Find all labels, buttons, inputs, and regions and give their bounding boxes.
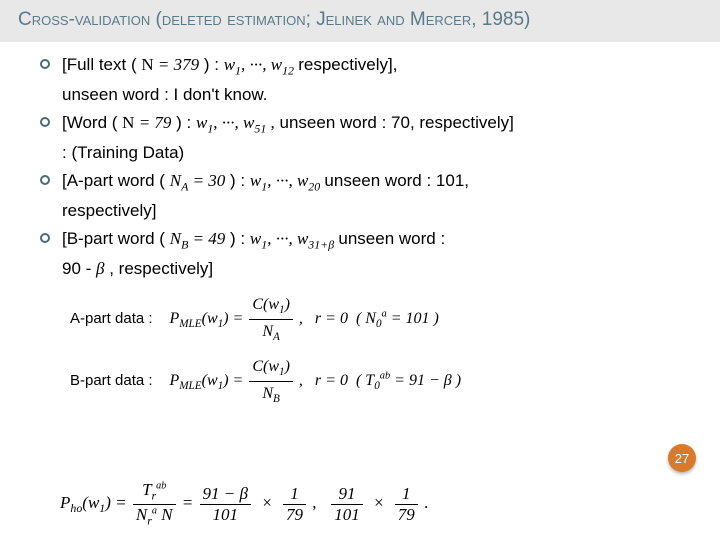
formula-a: A-part data : PMLE(w1) = C(w1)NA , r = 0… (40, 285, 700, 347)
bullet-a-part: [A-part word ( NA = 30 ) : w1, ···, w20 … (40, 168, 700, 196)
math-w1-31b: w1, ···, w31+β (250, 229, 338, 248)
text: [A-part word ( (62, 171, 165, 190)
text: unseen word : (338, 229, 445, 248)
slide: Cross-validation (deleted estimation; Je… (0, 0, 720, 540)
bullet-a-part-line2: respectively] (40, 198, 700, 224)
a-part-formula: PMLE(w1) = C(w1)NA , r = 0 ( N0a = 101 ) (169, 310, 438, 327)
a-part-label: A-part data : (70, 307, 165, 330)
bullet-full-text-line2: unseen word : I don't know. (40, 82, 700, 108)
text: [Full text ( (62, 55, 137, 74)
math-w1-20: w1, ···, w20 (250, 171, 325, 190)
text: [Word ( (62, 113, 117, 132)
math-n79: N = 79 (122, 113, 171, 132)
text: ) : (204, 55, 224, 74)
text: ) : (230, 229, 250, 248)
bottom-equation: Pho(w1) = TrabNra N = 91 − β101 × 179 , … (60, 480, 428, 528)
math-beta: β (96, 259, 104, 278)
text: ) : (176, 113, 196, 132)
bullet-word-line2: : (Training Data) (40, 140, 700, 166)
math-na30: NA = 30 (170, 171, 226, 190)
bullet-b-part-line2: 90 - β , respectively] (40, 256, 700, 282)
math-w1-51: w1, ···, w51 , (196, 113, 275, 132)
text: unseen word : 70, respectively] (280, 113, 514, 132)
math-w1-12: w1, ···, w12 (224, 55, 299, 74)
text: , respectively] (109, 259, 213, 278)
b-part-formula: PMLE(w1) = C(w1)NB , r = 0 ( T0ab = 91 −… (169, 372, 461, 389)
text: 90 - (62, 259, 96, 278)
page-number-badge: 27 (668, 444, 696, 472)
math-nb49: NB = 49 (170, 229, 226, 248)
bullet-full-text: [Full text ( N = 379 ) : w1, ···, w12 re… (40, 52, 700, 80)
formula-b: B-part data : PMLE(w1) = C(w1)NB , r = 0… (40, 347, 700, 409)
text: [B-part word ( (62, 229, 165, 248)
text: unseen word : 101, (324, 171, 469, 190)
text: ) : (230, 171, 250, 190)
b-part-label: B-part data : (70, 369, 165, 392)
text: respectively], (298, 55, 397, 74)
math-n379: N = 379 (141, 55, 199, 74)
content-area: [Full text ( N = 379 ) : w1, ···, w12 re… (0, 42, 720, 409)
bullet-word: [Word ( N = 79 ) : w1, ···, w51 , unseen… (40, 110, 700, 138)
bullet-b-part: [B-part word ( NB = 49 ) : w1, ···, w31+… (40, 226, 700, 254)
slide-title: Cross-validation (deleted estimation; Je… (0, 0, 720, 42)
